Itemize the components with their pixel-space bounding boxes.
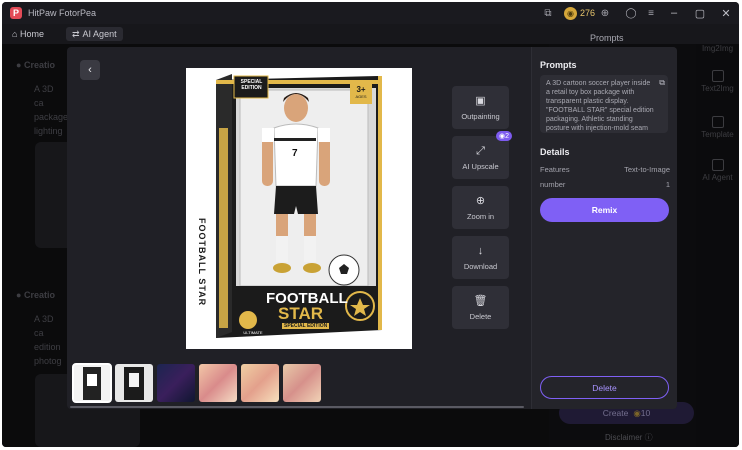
tool-column: ▣ Outpainting ◉ 2 ⤢ AI Upscale ⊕ Zoom in … xyxy=(452,86,512,336)
zoom-in-button[interactable]: ⊕ Zoom in xyxy=(452,186,509,229)
detail-row-number: number 1 xyxy=(540,180,670,189)
detail-label: number xyxy=(540,180,566,189)
back-button[interactable]: ‹ xyxy=(80,60,100,80)
add-credits-icon[interactable]: ⊕ xyxy=(599,7,611,19)
notification-icon[interactable]: ⧉ xyxy=(542,7,554,19)
detail-row-features: Features Text-to-Image xyxy=(540,165,670,174)
ai-upscale-button[interactable]: ◉ 2 ⤢ AI Upscale xyxy=(452,131,512,179)
home-link[interactable]: ⌂ Home xyxy=(12,29,44,39)
age-value: 3+ xyxy=(356,85,366,94)
detail-value: Text-to-Image xyxy=(624,165,670,174)
nav-bar: ⌂ Home ⇄ AI Agent Prompts xyxy=(2,24,739,44)
credits-value: 276 xyxy=(579,8,595,18)
home-label: Home xyxy=(19,29,44,39)
box-title-line2: STAR xyxy=(278,304,324,323)
zoom-in-icon: ⊕ xyxy=(475,194,486,207)
credit-badge: ◉ 2 xyxy=(495,131,512,141)
thumbnail-1[interactable] xyxy=(72,363,112,403)
outpainting-label: Outpainting xyxy=(461,111,500,121)
remix-button[interactable]: Remix xyxy=(540,198,669,222)
prompt-text-box[interactable]: A 3D cartoon soccer player inside a reta… xyxy=(540,75,668,133)
thumbnail-2[interactable] xyxy=(115,364,153,402)
chevron-left-icon: ‹ xyxy=(88,64,92,76)
thumbnail-6[interactable] xyxy=(283,364,321,402)
jersey-number: 7 xyxy=(292,148,298,159)
download-icon: ↓ xyxy=(477,244,484,257)
delete-image-button[interactable]: 🗑 Delete xyxy=(452,286,509,329)
ultimate-badge: ULTIMATE ACTION FIGURE xyxy=(243,330,263,345)
app-window: P HitPaw FotorPea ⧉ ◉ 276 ⊕ ◯ ≡ – ▢ ✕ ⌂ … xyxy=(2,2,739,447)
delete-button[interactable]: Delete xyxy=(540,376,669,399)
download-button[interactable]: ↓ Download xyxy=(452,236,509,279)
title-bar: P HitPaw FotorPea ⧉ ◉ 276 ⊕ ◯ ≡ – ▢ ✕ xyxy=(2,2,739,24)
detail-value: 1 xyxy=(665,180,670,189)
prompts-heading: Prompts xyxy=(540,60,577,70)
title-bar-controls: ⧉ ◉ 276 ⊕ ◯ ≡ – ▢ ✕ xyxy=(538,2,739,24)
thumbnail-5[interactable] xyxy=(241,364,279,402)
zoom-in-label: Zoom in xyxy=(466,211,495,221)
thumbnail-strip xyxy=(72,363,325,404)
copy-icon[interactable]: ⧉ xyxy=(659,78,665,87)
credits-pill[interactable]: ◉ 276 ⊕ xyxy=(563,6,615,20)
details-heading: Details xyxy=(540,147,570,157)
minimize-button[interactable]: – xyxy=(661,7,687,19)
prompt-text: A 3D cartoon soccer player inside a reta… xyxy=(546,80,654,132)
menu-icon[interactable]: ≡ xyxy=(645,7,657,19)
close-button[interactable]: ✕ xyxy=(713,7,739,20)
app-title: HitPaw FotorPea xyxy=(28,8,97,18)
special-edition-badge: SPECIAL EDITION xyxy=(240,79,263,91)
ai-upscale-label: AI Upscale xyxy=(462,161,499,171)
box-subtitle: SPECIAL EDITION xyxy=(282,323,330,329)
outpainting-icon: ▣ xyxy=(475,94,486,107)
thumbnail-3[interactable] xyxy=(157,364,195,402)
user-icon[interactable]: ◯ xyxy=(625,7,637,19)
tab-ai-agent-label: AI Agent xyxy=(82,29,117,39)
app-logo-icon: P xyxy=(10,7,22,19)
swap-icon: ⇄ xyxy=(72,28,80,39)
age-label: AGES xyxy=(355,94,367,99)
outpainting-button[interactable]: ▣ Outpainting xyxy=(452,86,509,129)
age-badge: 3+ AGES xyxy=(350,85,372,99)
generated-image[interactable]: SPECIAL EDITION 3+ AGES FOOTBALL STAR 7 … xyxy=(186,68,412,349)
thumbnail-scrollbar[interactable] xyxy=(70,406,524,408)
coin-icon: ◉ xyxy=(563,6,577,20)
detail-label: Features xyxy=(540,165,570,174)
trash-icon: 🗑 xyxy=(473,294,488,307)
upscale-icon: ⤢ xyxy=(476,144,485,157)
tab-ai-agent[interactable]: ⇄ AI Agent xyxy=(66,27,123,41)
thumbnail-4[interactable] xyxy=(199,364,237,402)
side-title: FOOTBALL STAR xyxy=(197,218,207,307)
image-detail-modal: ‹ SPECIAL EDITION 3+ AGES FOOTBALL STAR … xyxy=(67,47,677,409)
download-label: Download xyxy=(463,261,498,271)
maximize-button[interactable]: ▢ xyxy=(687,7,713,20)
home-icon: ⌂ xyxy=(12,29,18,39)
details-panel: Prompts A 3D cartoon soccer player insid… xyxy=(531,47,677,409)
prompts-heading-background: Prompts xyxy=(590,33,624,43)
delete-image-label: Delete xyxy=(469,311,492,321)
